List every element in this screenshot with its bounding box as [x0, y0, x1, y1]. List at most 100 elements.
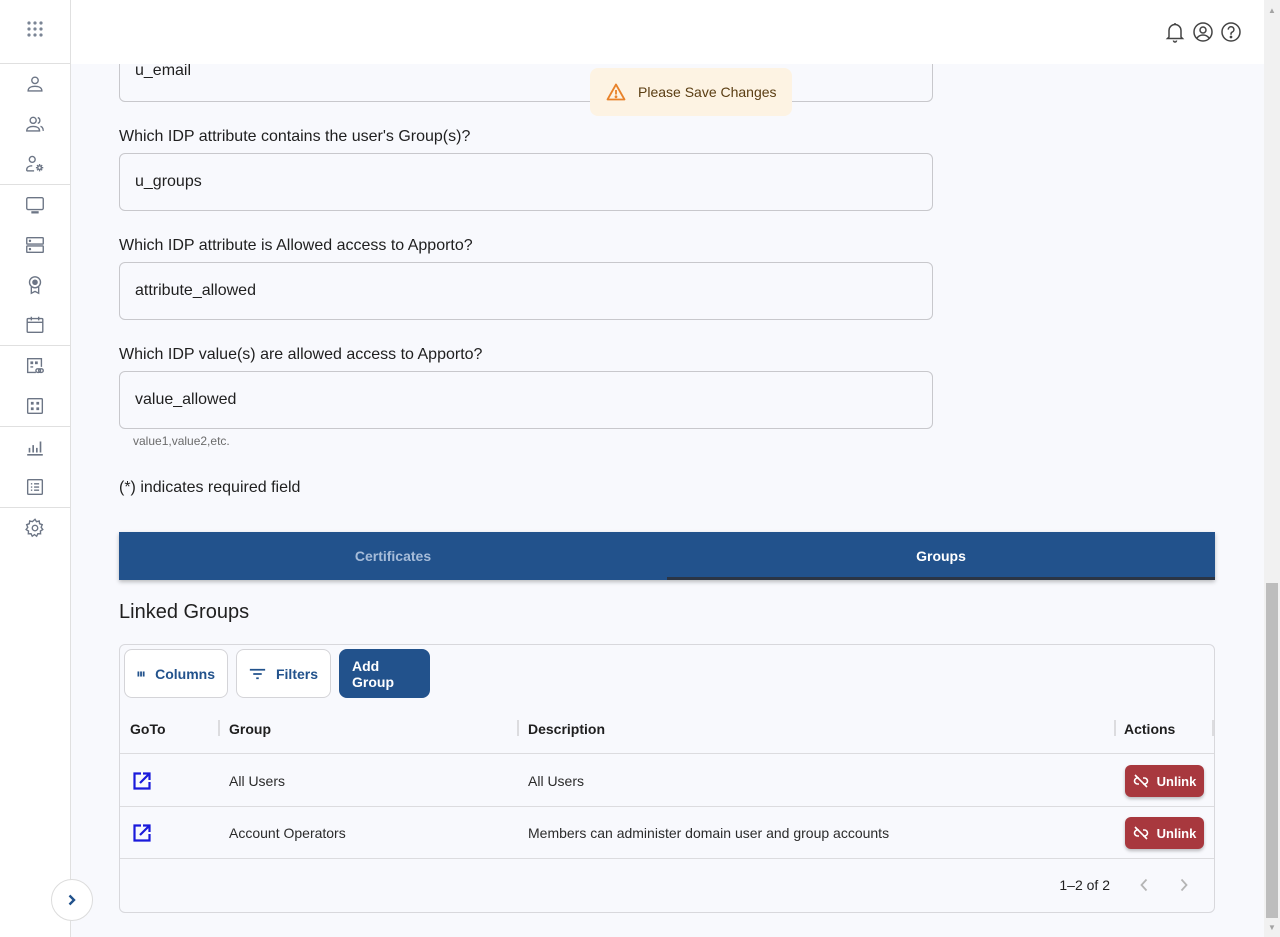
table-toolbar: Columns Filters Add Group [124, 649, 430, 698]
gear-icon [25, 518, 44, 538]
sidebar-item-apps[interactable] [0, 386, 70, 426]
users-icon [26, 116, 44, 132]
column-separator[interactable] [517, 720, 519, 736]
groups-attribute-label: Which IDP attribute contains the user's … [119, 128, 471, 145]
scroll-up-arrow[interactable]: ▲ [1264, 2, 1280, 18]
top-bar [71, 0, 1264, 64]
filters-button[interactable]: Filters [236, 649, 331, 698]
scroll-down-arrow[interactable]: ▼ [1264, 919, 1280, 935]
columns-button[interactable]: Columns [124, 649, 228, 698]
sidebar-item-servers[interactable] [0, 225, 70, 265]
toast-message: Please Save Changes [638, 84, 777, 100]
allowed-values-helper: value1,value2,etc. [133, 434, 230, 448]
sidebar-group-resources [0, 185, 70, 346]
add-group-button[interactable]: Add Group [339, 649, 430, 698]
column-header-group[interactable]: Group [229, 704, 271, 754]
column-separator[interactable] [1212, 720, 1214, 736]
sidebar-item-users[interactable] [0, 104, 70, 144]
link-off-icon [1133, 826, 1148, 840]
chevron-right-icon [68, 894, 76, 906]
account-circle-icon[interactable] [1192, 21, 1214, 43]
tab-groups[interactable]: Groups [667, 532, 1215, 580]
main-content: Please Save Changes u_email Which IDP at… [71, 64, 1264, 937]
email-attribute-value: u_email [135, 64, 192, 79]
pagination-range: 1–2 of 2 [1059, 877, 1110, 893]
group-description: Members can administer domain user and g… [528, 825, 890, 841]
sidebar-item-user[interactable] [0, 64, 70, 104]
allowed-values-field[interactable]: value_allowed [119, 371, 933, 429]
columns-icon [137, 670, 145, 677]
tab-certificates[interactable]: Certificates [119, 532, 667, 580]
sidebar-group-users [0, 64, 70, 185]
page-scrollbar[interactable]: ▲ ▼ [1264, 0, 1280, 937]
save-changes-toast: Please Save Changes [590, 68, 792, 116]
help-icon[interactable] [1220, 21, 1242, 43]
sidebar-item-logs[interactable] [0, 467, 70, 507]
allowed-values-label: Which IDP value(s) are allowed access to… [119, 346, 483, 363]
group-name: All Users [229, 773, 286, 789]
goto-link[interactable] [132, 807, 152, 859]
allowed-attribute-field[interactable]: attribute_allowed [119, 262, 933, 320]
chevron-left-icon [1140, 878, 1148, 892]
list-icon [26, 478, 44, 496]
filter-icon [249, 668, 266, 679]
sidebar-expand-button[interactable] [51, 879, 93, 921]
bell-icon[interactable] [1164, 21, 1186, 43]
sidebar-group-apps [0, 346, 70, 427]
sidebar-item-certificates[interactable] [0, 265, 70, 305]
sidebar [0, 0, 71, 937]
column-header-goto[interactable]: GoTo [130, 704, 166, 754]
column-separator[interactable] [1114, 720, 1116, 736]
column-header-actions[interactable]: Actions [1124, 704, 1175, 754]
linked-groups-table: Columns Filters Add Group GoTo Group Des… [119, 644, 1215, 913]
bar-chart-icon [27, 441, 43, 456]
linked-groups-title: Linked Groups [119, 601, 250, 623]
sidebar-item-app-links[interactable] [0, 346, 70, 386]
warning-icon [606, 83, 626, 101]
email-attribute-field[interactable]: u_email [119, 64, 933, 102]
groups-attribute-value: u_groups [135, 173, 202, 190]
allowed-attribute-value: attribute_allowed [135, 282, 256, 299]
badge-icon [28, 276, 42, 295]
required-field-note: (*) indicates required field [119, 479, 301, 496]
column-header-description[interactable]: Description [528, 704, 605, 754]
sidebar-item-calendar[interactable] [0, 305, 70, 345]
column-separator[interactable] [218, 720, 220, 736]
open-in-new-icon [133, 824, 151, 842]
sidebar-group-reports [0, 427, 70, 508]
filters-label: Filters [275, 665, 318, 682]
server-icon [26, 236, 44, 254]
group-description: All Users [528, 773, 585, 789]
allowed-attribute-label: Which IDP attribute is Allowed access to… [119, 237, 473, 254]
table-row: Account Operators Members can administer… [120, 807, 1214, 859]
allowed-values-value: value_allowed [135, 391, 237, 408]
group-name: Account Operators [229, 825, 346, 841]
table-row: All Users All Users Unlink [120, 755, 1214, 807]
unlink-label: Unlink [1156, 825, 1197, 841]
user-gear-icon [26, 155, 44, 172]
sidebar-header [0, 0, 70, 64]
grid-icon [26, 397, 44, 415]
unlink-button[interactable]: Unlink [1125, 765, 1204, 797]
sidebar-item-settings[interactable] [0, 508, 70, 548]
sidebar-item-user-settings[interactable] [0, 144, 70, 184]
link-off-icon [1133, 774, 1148, 788]
columns-label: Columns [155, 665, 215, 682]
sidebar-item-desktops[interactable] [0, 185, 70, 225]
next-page-button[interactable] [1164, 866, 1204, 904]
groups-attribute-field[interactable]: u_groups [119, 153, 933, 211]
user-icon [27, 76, 43, 92]
scroll-thumb[interactable] [1266, 583, 1278, 918]
sidebar-item-reports[interactable] [0, 427, 70, 467]
open-in-new-icon [133, 772, 151, 790]
unlink-label: Unlink [1156, 773, 1197, 789]
table-header: GoTo Group Description Actions [120, 704, 1214, 754]
unlink-button[interactable]: Unlink [1125, 817, 1204, 849]
apps-link-icon [26, 357, 44, 374]
tab-bar: Certificates Groups [119, 532, 1215, 580]
apps-grid-icon[interactable] [26, 20, 44, 43]
previous-page-button[interactable] [1124, 866, 1164, 904]
goto-link[interactable] [132, 755, 152, 807]
pagination: 1–2 of 2 [1059, 866, 1204, 904]
monitor-icon [26, 196, 44, 214]
